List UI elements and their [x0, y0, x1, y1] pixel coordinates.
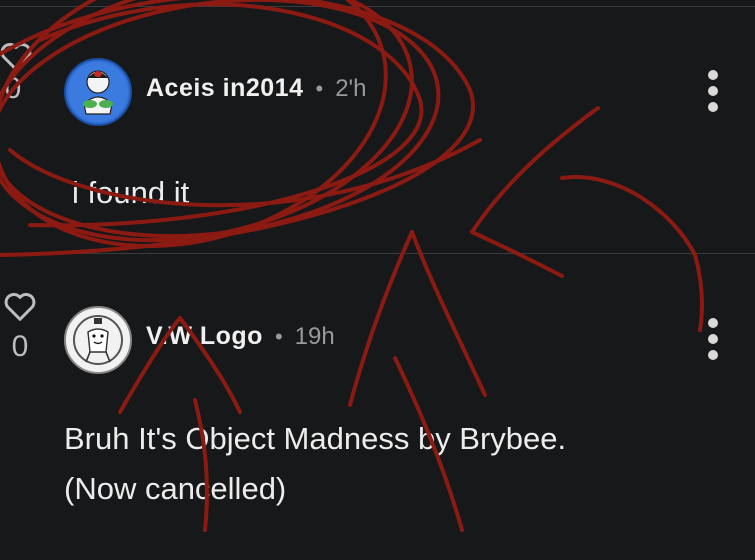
timestamp: 19h: [294, 323, 335, 350]
avatar[interactable]: [64, 306, 132, 374]
comment-text: Bruh It's Object Madness by Brybee. (Now…: [64, 414, 566, 513]
more-options-button[interactable]: [701, 70, 725, 112]
dot-icon: [708, 318, 718, 328]
comment-meta: V.W Logo • 19h: [146, 322, 335, 351]
heart-icon[interactable]: [3, 292, 37, 322]
dot-icon: [708, 70, 718, 80]
more-options-button[interactable]: [701, 318, 725, 360]
timestamp: 2'h: [335, 75, 367, 102]
white-object-character-avatar-icon: [68, 310, 128, 370]
username[interactable]: Aceis in2014: [146, 74, 304, 103]
like-count: 0: [4, 72, 22, 105]
dot-icon: [708, 350, 718, 360]
dot-icon: [708, 334, 718, 344]
cartoon-character-avatar-icon: [68, 62, 128, 122]
separator-dot: •: [315, 76, 324, 101]
dot-icon: [708, 102, 718, 112]
like-column: 0: [0, 292, 40, 364]
heart-icon[interactable]: [0, 42, 33, 72]
separator-dot: •: [274, 324, 283, 349]
dot-icon: [708, 86, 718, 96]
comment-text-line: Bruh It's Object Madness by Brybee.: [64, 421, 567, 456]
top-divider: [0, 6, 755, 7]
like-count: 0: [11, 330, 29, 363]
username[interactable]: V.W Logo: [146, 322, 263, 351]
comment-divider: [0, 253, 755, 254]
like-column: 0: [0, 42, 40, 106]
comment-text-line: (Now cancelled): [64, 470, 287, 506]
avatar[interactable]: [64, 58, 132, 126]
comment-text: i found it: [72, 175, 190, 210]
comment-meta: Aceis in2014 • 2'h: [146, 74, 366, 103]
